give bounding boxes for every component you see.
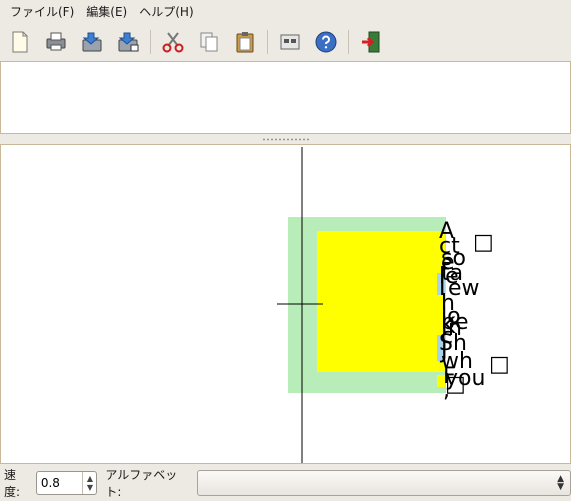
- speed-label: 速度:: [4, 467, 21, 499]
- cut-icon: [162, 32, 184, 53]
- alphabet-select[interactable]: ▲ ▼: [196, 469, 571, 496]
- toolbar-separator: [348, 30, 349, 54]
- menu-edit[interactable]: 編集(E): [80, 0, 133, 24]
- quit-icon: [362, 31, 380, 53]
- toolbar-separator: [267, 30, 268, 54]
- preferences-button[interactable]: [274, 26, 306, 58]
- speed-spinner[interactable]: ▲ ▼: [35, 470, 98, 495]
- copy-button[interactable]: [193, 26, 225, 58]
- preferences-icon: [280, 34, 300, 50]
- new-document-icon: [12, 31, 28, 53]
- save-as-icon: [118, 32, 139, 52]
- cut-button[interactable]: [157, 26, 189, 58]
- paste-button[interactable]: [229, 26, 261, 58]
- splitter-grip-icon: [261, 137, 310, 141]
- spinner-arrows[interactable]: ▲ ▼: [82, 471, 96, 494]
- menu-help[interactable]: ヘルプ(H): [133, 0, 199, 24]
- print-icon: [46, 32, 66, 51]
- pane-splitter[interactable]: [0, 134, 571, 144]
- new-document-button[interactable]: [4, 26, 36, 58]
- menu-bar: ファイル(F) 編集(E) ヘルプ(H): [0, 0, 571, 24]
- toolbar: [0, 24, 571, 60]
- unknown-glyph-box: □: [473, 230, 494, 255]
- help-icon: [315, 31, 337, 53]
- text-output-pane[interactable]: [0, 61, 571, 134]
- inner-node-block: [317, 231, 445, 372]
- save-button[interactable]: [76, 26, 108, 58]
- save-as-button[interactable]: [112, 26, 144, 58]
- dasher-canvas[interactable]: A ct e so le ta I ew h lo K be c n Sh J …: [0, 144, 571, 464]
- paste-icon: [236, 32, 254, 53]
- combo-arrows-icon: ▲ ▼: [557, 473, 564, 492]
- help-button[interactable]: [310, 26, 342, 58]
- status-bar: 速度: ▲ ▼ アルファベット: ▲▼: [0, 464, 571, 501]
- quit-button[interactable]: [355, 26, 387, 58]
- chevron-down-icon[interactable]: ▼: [87, 483, 93, 492]
- speed-input[interactable]: [40, 474, 81, 491]
- unknown-glyph-box: □: [445, 372, 466, 397]
- toolbar-separator: [150, 30, 151, 54]
- save-icon: [82, 32, 102, 52]
- print-button[interactable]: [40, 26, 72, 58]
- alphabet-label: アルファベット:: [105, 467, 178, 499]
- menu-file[interactable]: ファイル(F): [4, 0, 80, 24]
- chevron-up-icon[interactable]: ▲: [87, 474, 93, 483]
- canvas-drawing: A ct e so le ta I ew h lo K be c n Sh J …: [277, 147, 510, 463]
- unknown-glyph-box: □: [489, 352, 510, 377]
- copy-icon: [200, 32, 218, 52]
